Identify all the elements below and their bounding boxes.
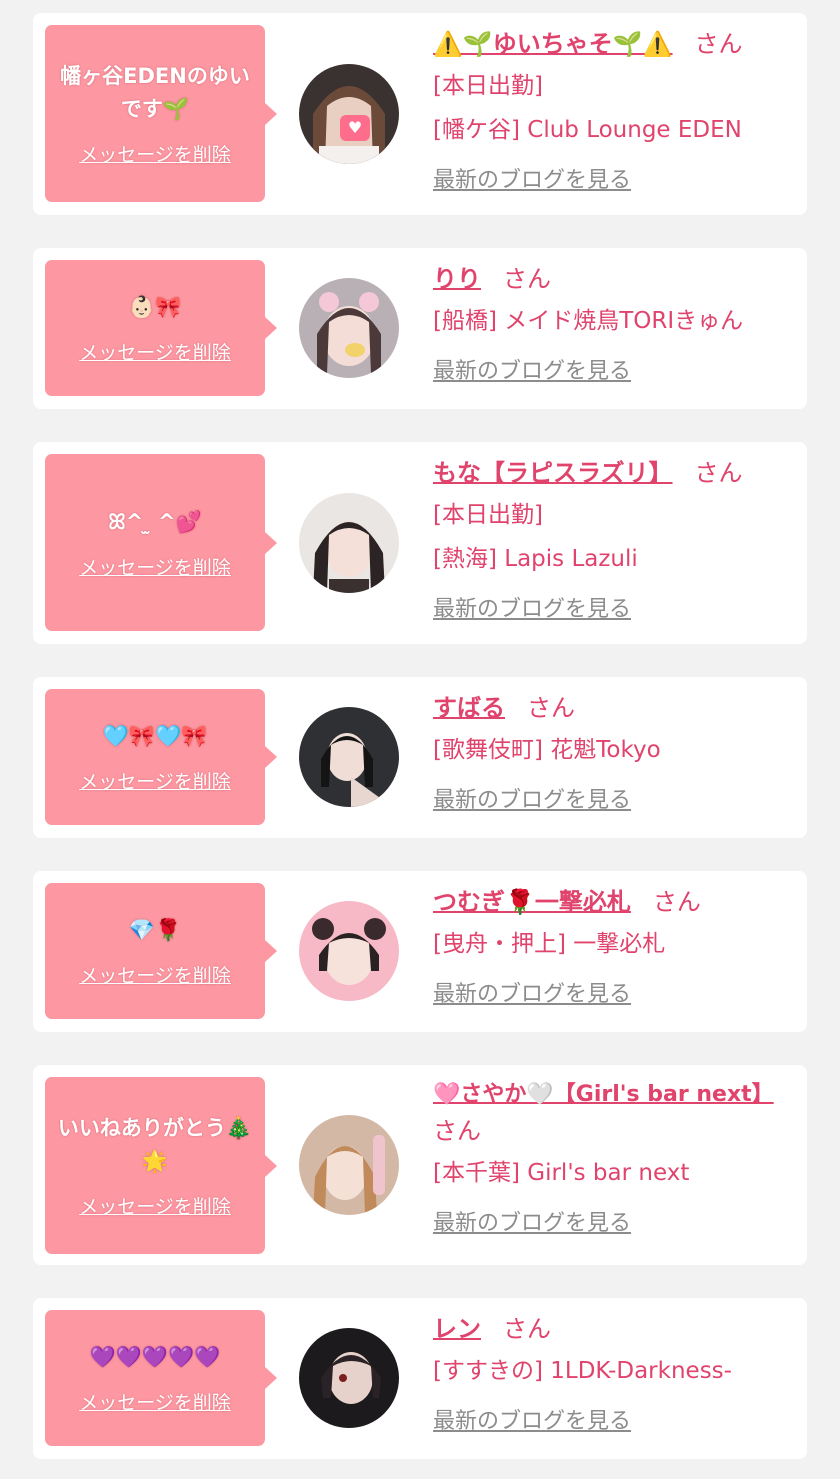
avatar[interactable] <box>299 278 399 378</box>
profile-info: りり さん [船橋] メイド焼鳥TORIきゅん 最新のブログを見る <box>433 262 795 385</box>
avatar[interactable] <box>299 707 399 807</box>
delete-message-link[interactable]: メッセージを削除 <box>79 140 231 167</box>
heart-sticker-icon: ♥ <box>340 115 370 141</box>
message-text: 👶🏻🎀 <box>128 295 182 319</box>
avatar[interactable] <box>299 493 399 593</box>
latest-blog-link[interactable]: 最新のブログを見る <box>433 1403 631 1435</box>
honorific: さん <box>694 459 743 487</box>
shop-text: [船橋] メイド焼鳥TORIきゅん <box>433 308 744 334</box>
latest-blog-link[interactable]: 最新のブログを見る <box>433 976 631 1008</box>
profile-info: つむぎ🌹一撃必札 さん [曳舟・押上] 一撃必札 最新のブログを見る <box>433 885 795 1008</box>
message-card: 💜💜💜💜💜 メッセージを削除 レン さん [すすきの] 1LDK-Darkness… <box>33 1298 807 1459</box>
message-text: 💜💜💜💜💜 <box>89 1345 221 1369</box>
message-text: 💎🌹 <box>128 918 182 942</box>
latest-blog-link[interactable]: 最新のブログを見る <box>433 353 631 385</box>
message-bubble: 💎🌹 メッセージを削除 <box>45 883 277 1019</box>
delete-message-link[interactable]: メッセージを削除 <box>79 1192 231 1219</box>
shop-text: [すすきの] 1LDK-Darkness- <box>433 1358 732 1384</box>
delete-message-link[interactable]: メッセージを削除 <box>79 961 231 988</box>
message-bubble: 👶🏻🎀 メッセージを削除 <box>45 260 277 396</box>
message-text: 幡ヶ谷EDENのゆいです🌱 <box>60 64 250 121</box>
shop-text: [歌舞伎町] 花魁Tokyo <box>433 737 661 763</box>
delete-message-link[interactable]: メッセージを削除 <box>79 1388 231 1415</box>
status-text: [本日出勤] <box>433 73 543 99</box>
profile-name-link[interactable]: りり <box>433 265 481 293</box>
message-text: 🩵🎀🩵🎀 <box>102 724 208 748</box>
profile-name-link[interactable]: つむぎ🌹一撃必札 <box>433 888 631 916</box>
avatar[interactable] <box>299 901 399 1001</box>
delete-message-link[interactable]: メッセージを削除 <box>79 767 231 794</box>
latest-blog-link[interactable]: 最新のブログを見る <box>433 782 631 814</box>
shop-text: [幡ケ谷] Club Lounge EDEN <box>433 117 742 143</box>
profile-name-link[interactable]: もな【ラピスラズリ】 <box>433 459 673 487</box>
message-bubble: いいねありがとう🎄🌟 メッセージを削除 <box>45 1077 277 1254</box>
avatar[interactable] <box>299 1328 399 1428</box>
honorific: さん <box>503 1315 551 1343</box>
message-bubble: 🩵🎀🩵🎀 メッセージを削除 <box>45 689 277 825</box>
latest-blog-link[interactable]: 最新のブログを見る <box>433 591 631 623</box>
delete-message-link[interactable]: メッセージを削除 <box>79 553 231 580</box>
profile-name-link[interactable]: 🩷さやか🤍【Girl's bar next】 <box>433 1082 774 1107</box>
profile-info: すばる さん [歌舞伎町] 花魁Tokyo 最新のブログを見る <box>433 691 795 814</box>
shop-text: [本千葉] Girl's bar next <box>433 1160 690 1186</box>
profile-name-link[interactable]: ⚠️🌱ゆいちゃそ🌱⚠️ <box>433 30 673 58</box>
profile-name-link[interactable]: レン <box>433 1315 481 1343</box>
profile-info: ⚠️🌱ゆいちゃそ🌱⚠️ さん [本日出勤] [幡ケ谷] Club Lounge E… <box>433 27 795 194</box>
profile-info: もな【ラピスラズリ】 さん [本日出勤] [熱海] Lapis Lazuli 最新… <box>433 456 795 623</box>
message-card: ꕤ^ ̫ ^💕 メッセージを削除 もな【ラピスラズリ】 さん [本日出勤] [熱海… <box>33 442 807 644</box>
message-text: いいねありがとう🎄🌟 <box>57 1116 253 1173</box>
message-card: 🩵🎀🩵🎀 メッセージを削除 すばる さん [歌舞伎町] 花魁Tokyo 最新のブロ… <box>33 677 807 838</box>
message-bubble: ꕤ^ ̫ ^💕 メッセージを削除 <box>45 454 277 631</box>
shop-text: [曳舟・押上] 一撃必札 <box>433 931 666 957</box>
honorific: さん <box>694 30 743 58</box>
profile-info: 🩷さやか🤍【Girl's bar next】 さん [本千葉] Girl's b… <box>433 1077 795 1237</box>
latest-blog-link[interactable]: 最新のブログを見る <box>433 162 631 194</box>
latest-blog-link[interactable]: 最新のブログを見る <box>433 1205 631 1237</box>
status-text: [本日出勤] <box>433 502 543 528</box>
honorific: さん <box>652 888 701 916</box>
profile-info: レン さん [すすきの] 1LDK-Darkness- 最新のブログを見る <box>433 1312 795 1435</box>
honorific-line: さん <box>433 1114 795 1151</box>
honorific: さん <box>503 265 551 293</box>
message-card: 👶🏻🎀 メッセージを削除 りり さん [船橋] メイド焼鳥TORIきゅん 最新のブ… <box>33 248 807 409</box>
message-card: 幡ヶ谷EDENのゆいです🌱 メッセージを削除 ♥ ⚠️🌱ゆいちゃそ🌱⚠️ さん [… <box>33 13 807 215</box>
shop-text: [熱海] Lapis Lazuli <box>433 546 638 572</box>
message-text: ꕤ^ ̫ ^💕 <box>108 509 202 534</box>
profile-name-link[interactable]: すばる <box>433 694 505 722</box>
avatar[interactable]: ♥ <box>299 64 399 164</box>
message-card: いいねありがとう🎄🌟 メッセージを削除 🩷さやか🤍【Girl's bar nex… <box>33 1065 807 1265</box>
avatar[interactable] <box>299 1115 399 1215</box>
message-card: 💎🌹 メッセージを削除 つむぎ🌹一撃必札 さん [曳舟・押上] 一撃必札 最新のブ… <box>33 871 807 1032</box>
honorific: さん <box>433 1117 481 1145</box>
message-bubble: 幡ヶ谷EDENのゆいです🌱 メッセージを削除 <box>45 25 277 202</box>
message-bubble: 💜💜💜💜💜 メッセージを削除 <box>45 1310 277 1446</box>
honorific: さん <box>527 694 575 722</box>
delete-message-link[interactable]: メッセージを削除 <box>79 338 231 365</box>
